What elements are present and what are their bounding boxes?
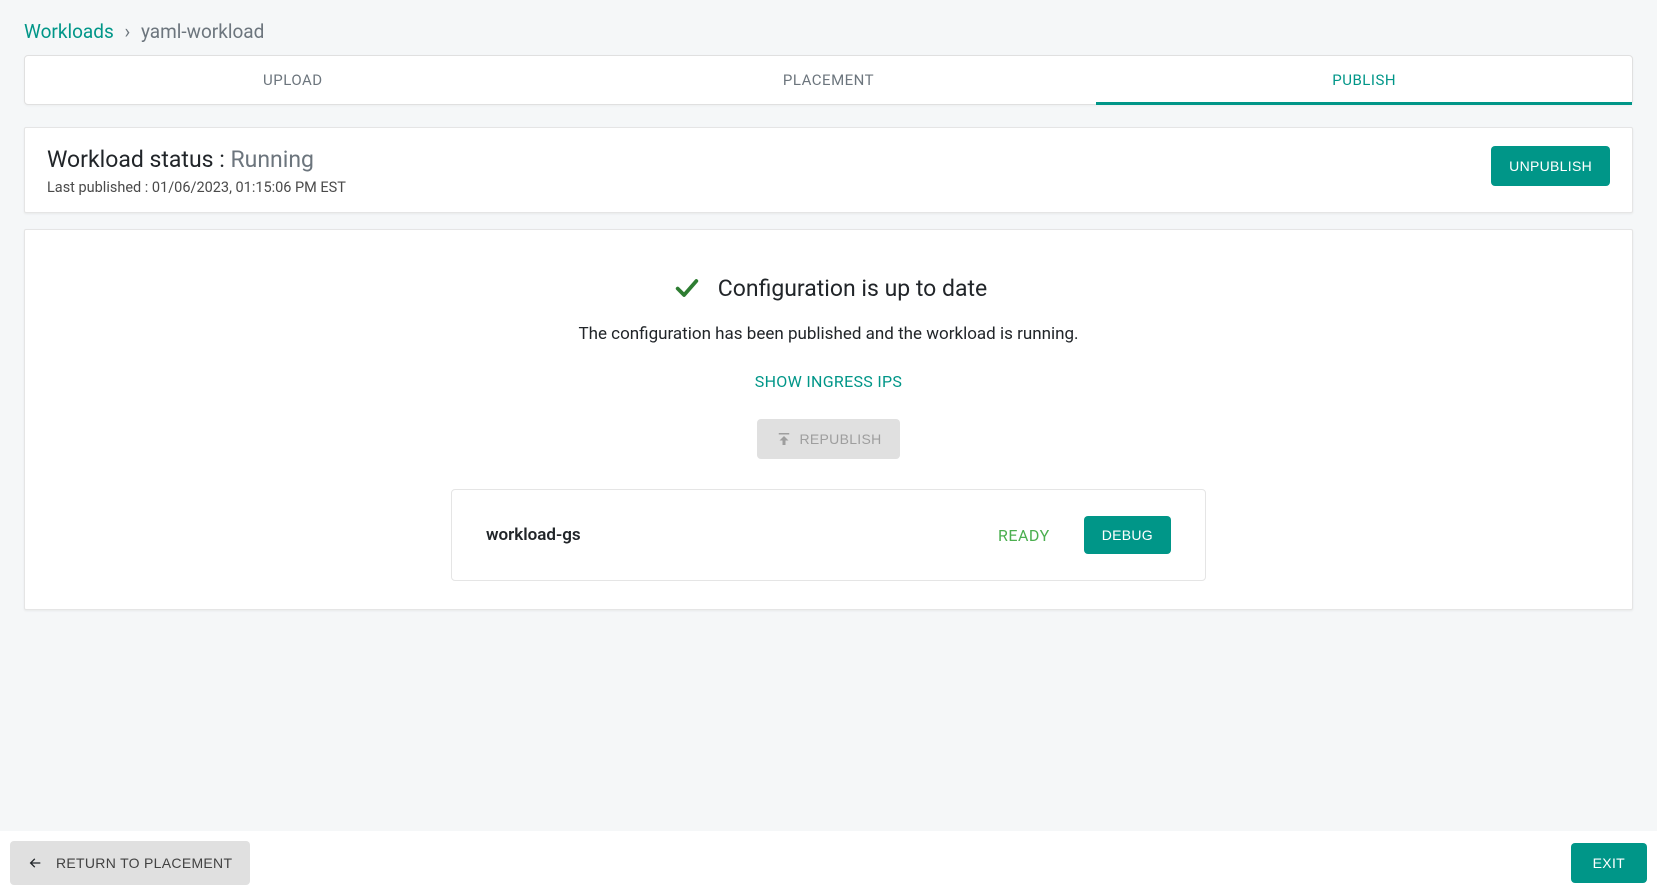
footer-bar: RETURN TO PLACEMENT EXIT — [0, 831, 1657, 895]
config-title-row: Configuration is up to date — [47, 274, 1610, 302]
config-title: Configuration is up to date — [718, 275, 987, 302]
last-published-label: Last published : — [47, 179, 152, 196]
debug-button[interactable]: DEBUG — [1084, 516, 1171, 554]
last-published: Last published : 01/06/2023, 01:15:06 PM… — [47, 179, 346, 196]
exit-button[interactable]: EXIT — [1571, 843, 1647, 883]
upload-icon — [775, 430, 793, 448]
workload-name: workload-gs — [486, 525, 581, 545]
tab-upload[interactable]: UPLOAD — [25, 56, 561, 104]
config-subtitle: The configuration has been published and… — [47, 324, 1610, 344]
republish-label: REPUBLISH — [799, 431, 881, 447]
tab-placement[interactable]: PLACEMENT — [561, 56, 1097, 104]
return-label: RETURN TO PLACEMENT — [56, 855, 232, 871]
breadcrumb-current: yaml-workload — [141, 20, 264, 43]
workload-status: READY — [998, 526, 1050, 545]
last-published-value: 01/06/2023, 01:15:06 PM EST — [152, 179, 346, 196]
breadcrumb-root-link[interactable]: Workloads — [24, 20, 114, 43]
arrow-left-icon — [24, 855, 46, 871]
check-icon — [670, 274, 704, 302]
status-info: Workload status : Running Last published… — [47, 146, 346, 196]
status-card: Workload status : Running Last published… — [24, 127, 1633, 213]
status-label: Workload status : — [47, 146, 230, 173]
republish-button: REPUBLISH — [757, 419, 899, 459]
workload-row: workload-gs READY DEBUG — [451, 489, 1206, 581]
config-card: Configuration is up to date The configur… — [24, 229, 1633, 610]
status-title: Workload status : Running — [47, 146, 346, 173]
breadcrumb: Workloads › yaml-workload — [0, 0, 1657, 55]
breadcrumb-separator: › — [125, 20, 131, 43]
tab-publish[interactable]: PUBLISH — [1096, 56, 1632, 104]
unpublish-button[interactable]: UNPUBLISH — [1491, 146, 1610, 186]
status-value: Running — [230, 146, 313, 173]
show-ingress-link[interactable]: SHOW INGRESS IPS — [47, 372, 1610, 391]
return-button[interactable]: RETURN TO PLACEMENT — [10, 841, 250, 885]
tabs-bar: UPLOAD PLACEMENT PUBLISH — [24, 55, 1633, 105]
